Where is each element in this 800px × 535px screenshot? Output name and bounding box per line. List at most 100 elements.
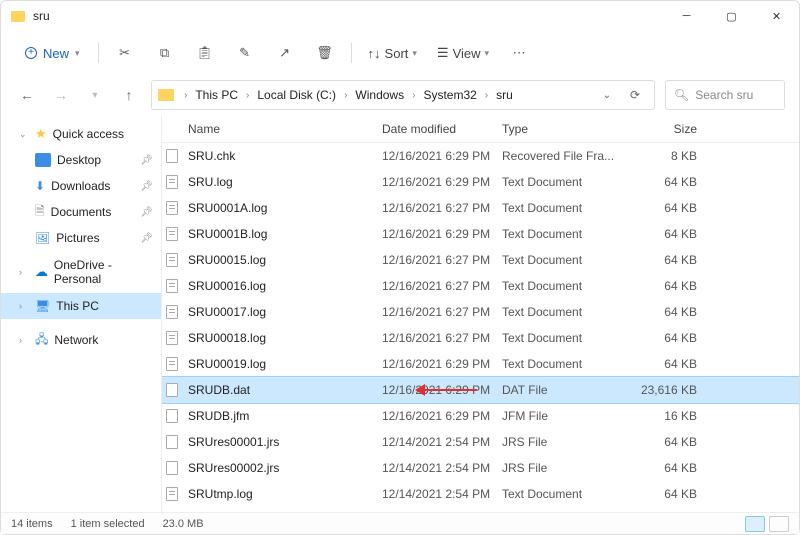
file-row[interactable]: SRU00019.log12/16/2021 6:29 PMText Docum… xyxy=(162,351,799,377)
file-row[interactable]: SRU00017.log12/16/2021 6:27 PMText Docum… xyxy=(162,299,799,325)
column-date[interactable]: Date modified xyxy=(382,122,502,136)
file-type: Text Document xyxy=(502,331,627,345)
cloud-icon: ☁ xyxy=(35,264,48,280)
file-name: SRU00019.log xyxy=(182,357,382,371)
desktop-icon xyxy=(35,153,51,167)
folder-icon xyxy=(158,89,174,101)
address-bar[interactable]: › This PC › Local Disk (C:) › Windows › … xyxy=(151,80,655,110)
file-row[interactable]: SRU0001B.log12/16/2021 6:29 PMText Docum… xyxy=(162,221,799,247)
sidebar-item-network[interactable]: › 🖧︎ Network xyxy=(1,327,161,353)
crumb-windows[interactable]: Windows xyxy=(353,86,406,104)
annotation-arrow xyxy=(417,389,477,391)
share-icon[interactable]: ↗ xyxy=(267,37,303,69)
file-size: 64 KB xyxy=(627,305,707,319)
window-title: sru xyxy=(33,9,664,23)
file-row[interactable]: SRU.chk12/16/2021 6:29 PMRecovered File … xyxy=(162,143,799,169)
chevron-down-icon: ▾ xyxy=(412,48,417,59)
file-row[interactable]: SRUres00001.jrs12/14/2021 2:54 PMJRS Fil… xyxy=(162,429,799,455)
close-button[interactable]: ✕ xyxy=(754,1,799,31)
sort-button[interactable]: ↑↓ Sort ▾ xyxy=(360,46,425,61)
crumb-drive[interactable]: Local Disk (C:) xyxy=(255,86,338,104)
main: ⌄ ★ Quick access Desktop 📌︎ ⬇ Downloads … xyxy=(1,115,799,515)
file-row[interactable]: SRUtmp.log12/14/2021 2:54 PMText Documen… xyxy=(162,481,799,507)
forward-button[interactable]: → xyxy=(49,87,73,103)
column-size[interactable]: Size xyxy=(627,122,707,136)
view-button[interactable]: ☰ View ▾ xyxy=(429,45,497,61)
file-row[interactable]: SRU0001A.log12/16/2021 6:27 PMText Docum… xyxy=(162,195,799,221)
file-row[interactable]: SRU00016.log12/16/2021 6:27 PMText Docum… xyxy=(162,273,799,299)
file-name: SRU00016.log xyxy=(182,279,382,293)
sidebar-item-quick-access[interactable]: ⌄ ★ Quick access xyxy=(1,121,161,147)
file-row[interactable]: SRUres00002.jrs12/14/2021 2:54 PMJRS Fil… xyxy=(162,455,799,481)
documents-icon: 🗎 xyxy=(35,202,45,223)
file-type: Text Document xyxy=(502,253,627,267)
copy-icon[interactable]: ⧉ xyxy=(147,37,183,69)
file-size: 64 KB xyxy=(627,227,707,241)
crumb-thispc[interactable]: This PC xyxy=(193,86,240,104)
sidebar-item-thispc[interactable]: › 🖥︎ This PC xyxy=(1,293,161,319)
column-type[interactable]: Type xyxy=(502,122,627,136)
recent-down-icon[interactable]: ▾ xyxy=(83,90,107,101)
minimize-button[interactable]: ─ xyxy=(664,1,709,31)
file-size: 64 KB xyxy=(627,487,707,501)
file-row[interactable]: SRU00015.log12/16/2021 6:27 PMText Docum… xyxy=(162,247,799,273)
file-icon xyxy=(162,227,182,241)
folder-icon xyxy=(11,11,25,22)
sidebar-item-documents[interactable]: 🗎 Documents 📌︎ xyxy=(1,199,161,225)
caret-right-icon: › xyxy=(19,301,29,311)
new-button[interactable]: + New ▾ xyxy=(15,42,90,65)
file-icon xyxy=(162,435,182,449)
details-view-icon[interactable] xyxy=(745,516,765,532)
column-headers: Name Date modified Type Size xyxy=(162,115,799,143)
column-name[interactable]: Name xyxy=(182,122,382,136)
file-size: 64 KB xyxy=(627,357,707,371)
file-row[interactable]: SRU.log12/16/2021 6:29 PMText Document64… xyxy=(162,169,799,195)
file-date: 12/16/2021 6:27 PM xyxy=(382,253,502,267)
sidebar-item-desktop[interactable]: Desktop 📌︎ xyxy=(1,147,161,173)
chevron-down-icon: ▾ xyxy=(75,48,80,59)
crumb-system32[interactable]: System32 xyxy=(421,86,478,104)
search-input[interactable]: 🔍︎ Search sru xyxy=(665,80,785,110)
paste-icon[interactable]: 📋︎ xyxy=(187,37,223,69)
refresh-icon[interactable]: ⟳ xyxy=(622,88,648,102)
sidebar-item-onedrive[interactable]: › ☁ OneDrive - Personal xyxy=(1,259,161,285)
file-name: SRU00015.log xyxy=(182,253,382,267)
file-type: Text Document xyxy=(502,487,627,501)
file-icon xyxy=(162,357,182,371)
chevron-down-icon: ▾ xyxy=(485,48,490,59)
file-row[interactable]: SRU00018.log12/16/2021 6:27 PMText Docum… xyxy=(162,325,799,351)
rename-icon[interactable]: ✎ xyxy=(227,37,263,69)
file-size: 64 KB xyxy=(627,253,707,267)
search-icon: 🔍︎ xyxy=(674,88,689,102)
cut-icon[interactable]: ✂ xyxy=(107,37,143,69)
chevron-right-icon: › xyxy=(481,90,492,101)
back-button[interactable]: ← xyxy=(15,87,39,103)
more-icon[interactable]: ⋯ xyxy=(501,37,537,69)
file-row[interactable]: SRUDB.jfm12/16/2021 6:29 PMJFM File16 KB xyxy=(162,403,799,429)
thumb-view-icon[interactable] xyxy=(769,516,789,532)
sidebar-item-pictures[interactable]: 🖼︎ Pictures 📌︎ xyxy=(1,225,161,251)
history-down-icon[interactable]: ⌄ xyxy=(594,90,620,101)
file-type: Text Document xyxy=(502,227,627,241)
separator xyxy=(351,43,352,63)
label: Desktop xyxy=(57,153,101,167)
crumb-sru[interactable]: sru xyxy=(494,86,515,104)
up-button[interactable]: ↑ xyxy=(117,87,141,103)
view-label: View xyxy=(453,46,481,61)
file-type: Text Document xyxy=(502,305,627,319)
plus-icon: + xyxy=(25,47,37,59)
label: Quick access xyxy=(53,127,124,141)
pin-icon: 📌︎ xyxy=(140,233,153,244)
maximize-button[interactable]: ▢ xyxy=(709,1,754,31)
file-type: Text Document xyxy=(502,175,627,189)
file-name: SRU00017.log xyxy=(182,305,382,319)
delete-icon[interactable]: 🗑︎ xyxy=(307,37,343,69)
caret-right-icon: › xyxy=(19,335,29,345)
status-selection: 1 item selected xyxy=(71,518,145,530)
file-row[interactable]: SRUDB.dat12/16/2021 6:29 PMDAT File23,61… xyxy=(162,377,799,403)
sidebar-item-downloads[interactable]: ⬇ Downloads 📌︎ xyxy=(1,173,161,199)
status-size: 23.0 MB xyxy=(163,518,204,530)
file-type: JRS File xyxy=(502,435,627,449)
rows: SRU.chk12/16/2021 6:29 PMRecovered File … xyxy=(162,143,799,515)
label: Downloads xyxy=(51,179,110,193)
